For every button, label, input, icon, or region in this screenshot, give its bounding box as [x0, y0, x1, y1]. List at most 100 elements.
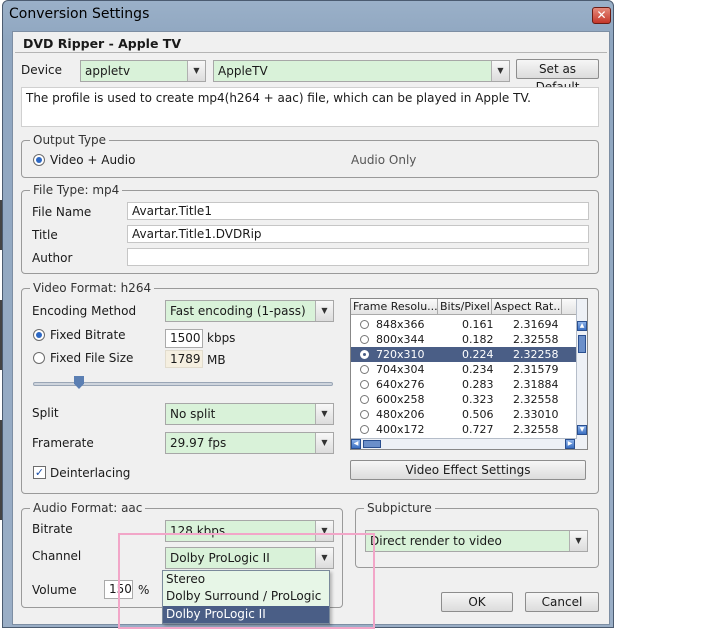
conversion-settings-window: Conversion Settings ✕ DVD Ripper - Apple…: [2, 0, 614, 628]
subpicture-value: Direct render to video: [370, 534, 502, 548]
device-select[interactable]: appletv ▼: [80, 60, 206, 82]
profile-select[interactable]: AppleTV ▼: [213, 60, 510, 82]
cancel-button[interactable]: Cancel: [525, 592, 599, 612]
fixed-bitrate-unit: kbps: [207, 331, 236, 345]
profile-header-title: DVD Ripper - Apple TV: [23, 36, 182, 51]
scrollbar-thumb[interactable]: [578, 335, 586, 353]
volume-input[interactable]: 150: [104, 580, 133, 599]
set-as-default-button[interactable]: Set as Default: [516, 59, 599, 94]
framerate-select[interactable]: 29.97 fps ▼: [165, 432, 334, 454]
author-label: Author: [32, 251, 73, 265]
channel-dropdown-list[interactable]: Stereo Dolby Surround / ProLogic Dolby P…: [162, 570, 330, 624]
row-radio[interactable]: [360, 335, 369, 344]
author-input[interactable]: [127, 248, 589, 266]
chevron-down-icon[interactable]: ▼: [187, 61, 205, 81]
channel-option-dolby-surround[interactable]: Dolby Surround / ProLogic: [163, 588, 329, 605]
row-radio[interactable]: [360, 395, 369, 404]
title-input[interactable]: Avartar.Title1.DVDRip: [127, 225, 589, 243]
chevron-down-icon[interactable]: ▼: [491, 61, 509, 81]
audio-format-legend: Audio Format: aac: [30, 501, 146, 515]
table-row[interactable]: 704x304 0.234 2.31579: [351, 362, 577, 377]
chevron-down-icon[interactable]: ▼: [315, 433, 333, 453]
row-radio[interactable]: [360, 320, 369, 329]
table-row[interactable]: 480x206 0.506 2.33010: [351, 407, 577, 422]
encoding-method-select[interactable]: Fast encoding (1-pass) ▼: [165, 300, 334, 322]
cell-aspect: 2.33010: [513, 408, 559, 421]
framerate-value: 29.97 fps: [170, 436, 227, 450]
split-select[interactable]: No split ▼: [165, 403, 334, 425]
encoding-method-value: Fast encoding (1-pass): [170, 304, 306, 318]
volume-label: Volume: [32, 583, 77, 597]
chevron-down-icon[interactable]: ▼: [315, 521, 333, 541]
cell-aspect: 2.32258: [513, 348, 559, 361]
channel-label: Channel: [32, 549, 82, 563]
table-row[interactable]: 400x172 0.727 2.32558: [351, 422, 577, 437]
profile-description: The profile is used to create mp4(h264 +…: [21, 87, 599, 127]
deinterlacing-checkbox[interactable]: ✓: [33, 466, 46, 479]
cell-bpp: 0.224: [462, 348, 494, 361]
audio-bitrate-select[interactable]: 128 kbps ▼: [165, 520, 334, 542]
video-format-legend: Video Format: h264: [30, 281, 155, 295]
cell-res: 640x276: [376, 378, 425, 391]
table-row[interactable]: 848x366 0.161 2.31694: [351, 317, 577, 332]
subpicture-select[interactable]: Direct render to video ▼: [365, 530, 588, 552]
fixed-bitrate-input[interactable]: 1500: [165, 329, 203, 348]
chevron-down-icon[interactable]: ▼: [315, 404, 333, 424]
row-radio[interactable]: [360, 365, 369, 374]
scroll-up-icon[interactable]: ▲: [577, 321, 587, 331]
chevron-down-icon[interactable]: ▼: [315, 548, 333, 568]
table-row[interactable]: 600x258 0.323 2.32558: [351, 392, 577, 407]
fixed-file-size-input[interactable]: 1789: [165, 350, 203, 368]
scroll-right-icon[interactable]: ▶: [565, 439, 575, 449]
cell-res: 704x304: [376, 363, 425, 376]
row-radio[interactable]: [360, 425, 369, 434]
deinterlacing-label[interactable]: Deinterlacing: [50, 466, 130, 480]
column-header-resolution[interactable]: Frame Resolu...: [351, 299, 438, 315]
column-header-bits-per-pixel[interactable]: Bits/Pixel: [438, 299, 492, 315]
hscrollbar-thumb[interactable]: [363, 440, 381, 448]
cell-bpp: 0.283: [462, 378, 494, 391]
video-effect-settings-button[interactable]: Video Effect Settings: [350, 460, 586, 480]
frame-resolution-table[interactable]: Frame Resolu... Bits/Pixel Aspect Rat...…: [350, 298, 588, 450]
cell-aspect: 2.32558: [513, 423, 559, 436]
table-row[interactable]: 800x344 0.182 2.32558: [351, 332, 577, 347]
ok-button[interactable]: OK: [441, 592, 513, 612]
table-horizontal-scrollbar[interactable]: ◀ ▶: [351, 438, 577, 449]
video-audio-radio[interactable]: [33, 154, 45, 166]
row-radio[interactable]: [360, 410, 369, 419]
fixed-file-size-label[interactable]: Fixed File Size: [50, 351, 133, 365]
window-title: Conversion Settings: [9, 6, 150, 22]
scroll-left-icon[interactable]: ◀: [351, 439, 361, 449]
close-icon[interactable]: ✕: [592, 7, 611, 24]
cell-aspect: 2.31884: [513, 378, 559, 391]
video-audio-label[interactable]: Video + Audio: [50, 153, 135, 167]
file-name-input[interactable]: Avartar.Title1: [127, 202, 589, 220]
audio-only-label[interactable]: Audio Only: [351, 153, 416, 167]
fixed-file-size-unit: MB: [207, 353, 226, 367]
row-radio[interactable]: [360, 350, 369, 359]
fixed-bitrate-label[interactable]: Fixed Bitrate: [50, 328, 126, 342]
column-header-aspect-ratio[interactable]: Aspect Rat...: [492, 299, 562, 315]
chevron-down-icon[interactable]: ▼: [315, 301, 333, 321]
chevron-down-icon[interactable]: ▼: [569, 531, 587, 551]
title-bar[interactable]: Conversion Settings ✕: [3, 1, 613, 29]
fixed-file-size-radio[interactable]: [33, 352, 45, 364]
channel-option-dolby-prologic-ii[interactable]: Dolby ProLogic II: [163, 606, 329, 623]
table-row[interactable]: 640x276 0.283 2.31884: [351, 377, 577, 392]
channel-option-stereo[interactable]: Stereo: [163, 571, 329, 588]
table-row[interactable]: 720x310 0.224 2.32258: [351, 347, 577, 362]
scroll-down-icon[interactable]: ▼: [577, 425, 587, 435]
row-radio[interactable]: [360, 380, 369, 389]
output-type-legend: Output Type: [30, 133, 110, 147]
fixed-bitrate-radio[interactable]: [33, 329, 45, 341]
cell-res: 848x366: [376, 318, 425, 331]
channel-select[interactable]: Dolby ProLogic II ▼: [165, 547, 334, 569]
channel-value: Dolby ProLogic II: [170, 551, 270, 565]
cell-res: 600x258: [376, 393, 425, 406]
table-vertical-scrollbar[interactable]: ▲ ▼: [576, 299, 587, 449]
cell-res: 800x344: [376, 333, 425, 346]
cell-res: 400x172: [376, 423, 425, 436]
file-type-legend: File Type: mp4: [30, 183, 123, 197]
dialog-client-area: DVD Ripper - Apple TV Device appletv ▼ A…: [12, 31, 610, 625]
cell-bpp: 0.727: [462, 423, 494, 436]
